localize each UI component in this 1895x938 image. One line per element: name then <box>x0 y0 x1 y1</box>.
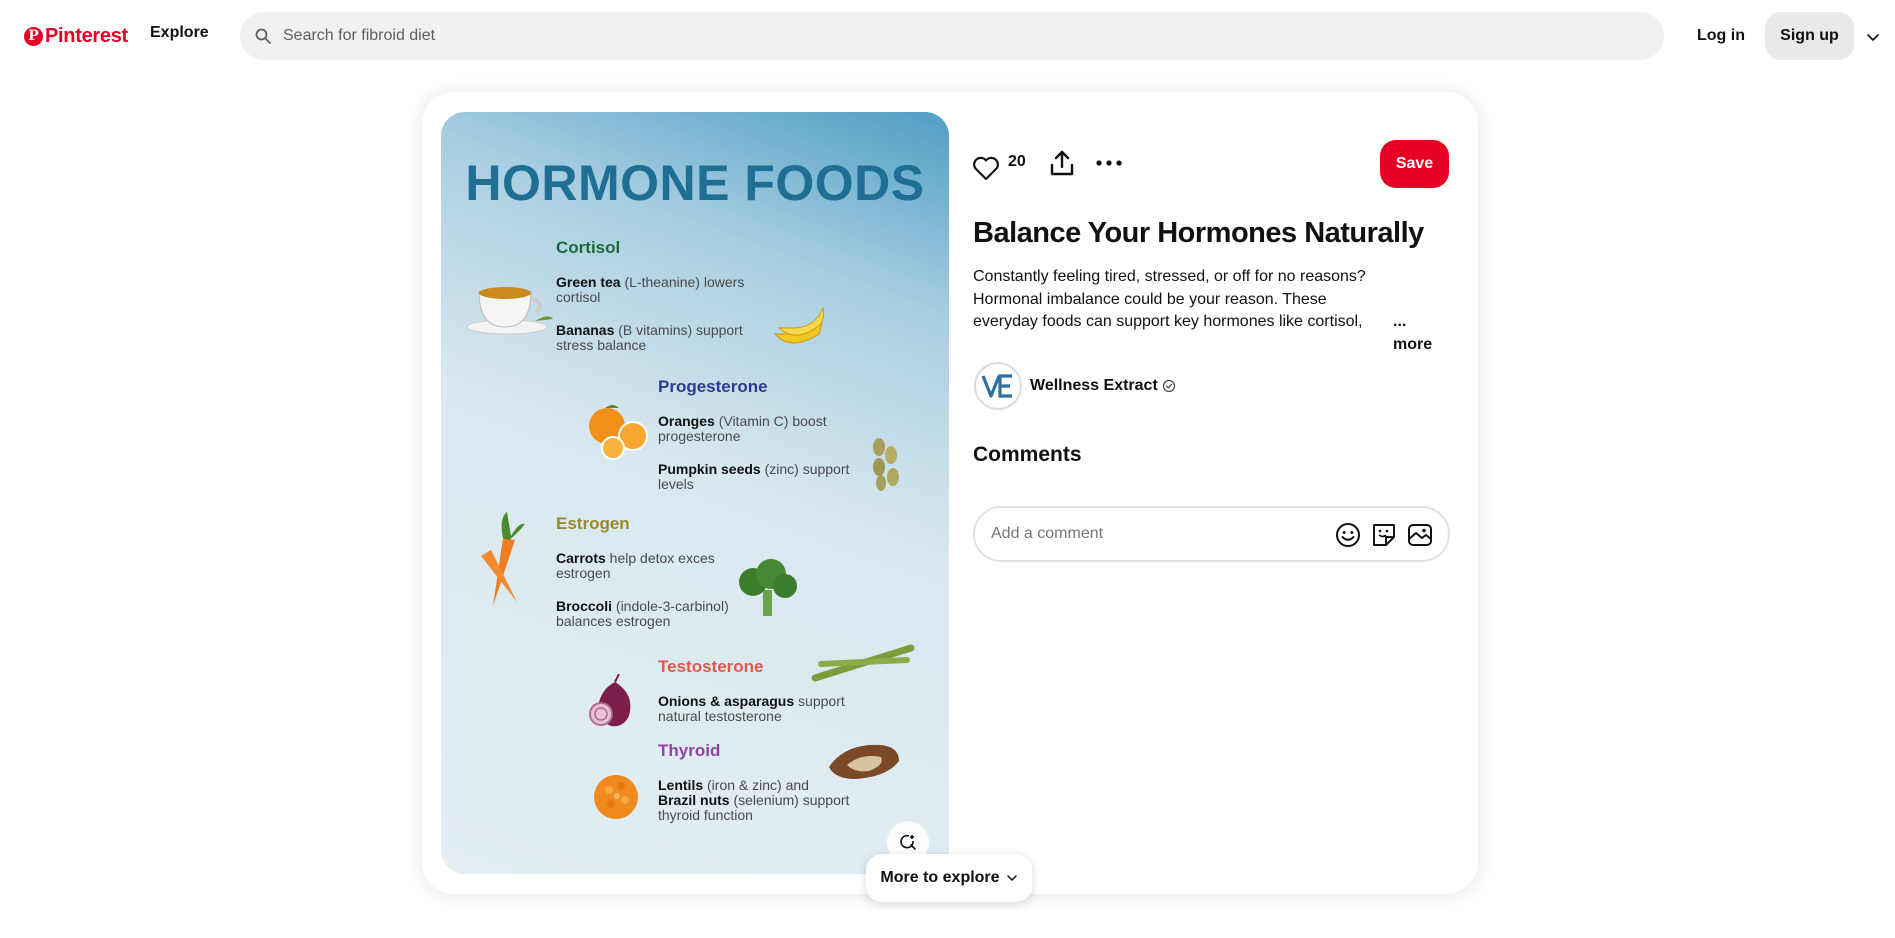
avatar[interactable] <box>974 362 1022 410</box>
pin-title: Balance Your Hormones Naturally <box>973 217 1424 249</box>
image-upload-icon[interactable] <box>1407 522 1433 548</box>
description-text: Constantly feeling tired, stressed, or o… <box>973 268 1366 330</box>
login-button[interactable]: Log in <box>1683 12 1759 60</box>
brazil-nut-icon <box>829 744 899 779</box>
comment-input[interactable] <box>991 525 1331 543</box>
wellness-extract-logo-icon <box>981 374 1012 398</box>
share-icon[interactable] <box>1048 149 1076 177</box>
food-line: Oranges (Vitamin C) boost progesterone <box>658 413 827 444</box>
tea-cup-icon <box>466 287 553 335</box>
section-heading-progesterone: Progesterone <box>658 377 768 396</box>
onion-icon <box>589 674 631 727</box>
asparagus-icon <box>811 644 915 682</box>
chevron-down-icon <box>1006 875 1017 881</box>
orange-icon <box>589 405 648 460</box>
section-heading-testosterone: Testosterone <box>658 657 764 676</box>
pin-image[interactable]: HORMONE FOODS Cortisol Green tea (L-thea… <box>441 112 949 874</box>
comments-heading: Comments <box>973 443 1082 466</box>
pinterest-logo[interactable]: P Pinterest <box>24 24 128 48</box>
chevron-down-icon[interactable] <box>1866 30 1880 44</box>
save-button[interactable]: Save <box>1380 140 1449 188</box>
comment-composer[interactable] <box>973 506 1450 562</box>
food-line: Pumpkin seeds (zinc) support levels <box>658 461 850 492</box>
section-heading-thyroid: Thyroid <box>658 741 721 760</box>
pin-description: Constantly feeling tired, stressed, or o… <box>973 266 1449 353</box>
heart-icon[interactable] <box>972 151 1000 185</box>
sticker-icon[interactable] <box>1371 522 1397 548</box>
logo-text: Pinterest <box>45 24 128 47</box>
food-line: Onions & asparagus support natural testo… <box>658 693 845 724</box>
emoji-icon[interactable] <box>1335 522 1361 548</box>
more-options-icon[interactable] <box>1096 156 1122 170</box>
image-title: HORMONE FOODS <box>465 155 925 211</box>
food-line: Lentils (iron & zinc) and Brazil nuts (s… <box>658 777 850 823</box>
reaction-count: 20 <box>1008 153 1026 170</box>
verified-badge-icon <box>1162 379 1175 393</box>
search-icon <box>255 28 271 44</box>
lens-search-icon <box>900 834 916 850</box>
pinterest-p-icon: P <box>24 26 43 46</box>
food-line: Carrots help detox exces estrogen <box>556 550 715 581</box>
section-heading-estrogen: Estrogen <box>556 514 630 533</box>
author-row[interactable]: Wellness Extract <box>974 362 1176 410</box>
broccoli-icon <box>739 559 797 616</box>
author-name[interactable]: Wellness Extract <box>1030 377 1158 395</box>
food-line: Bananas (B vitamins) support stress bala… <box>556 322 743 353</box>
carrot-icon <box>481 512 525 606</box>
signup-button[interactable]: Sign up <box>1765 12 1854 60</box>
food-line: Broccoli (indole-3-carbinol) balances es… <box>556 598 729 629</box>
more-to-explore-button[interactable]: More to explore <box>866 854 1032 902</box>
top-nav: P Pinterest Explore Log in Sign up <box>0 0 1895 72</box>
lentils-icon <box>594 775 638 819</box>
pumpkin-seeds-icon <box>873 438 899 491</box>
explore-link[interactable]: Explore <box>150 24 209 42</box>
more-link[interactable]: ... more <box>1393 311 1449 356</box>
banana-icon <box>773 306 825 344</box>
section-heading-cortisol: Cortisol <box>556 238 621 257</box>
food-line: Green tea (L-theanine) lowers cortisol <box>556 274 745 305</box>
search-input[interactable] <box>283 27 1583 45</box>
more-to-explore-label: More to explore <box>880 869 1000 886</box>
search-bar[interactable] <box>240 12 1664 60</box>
